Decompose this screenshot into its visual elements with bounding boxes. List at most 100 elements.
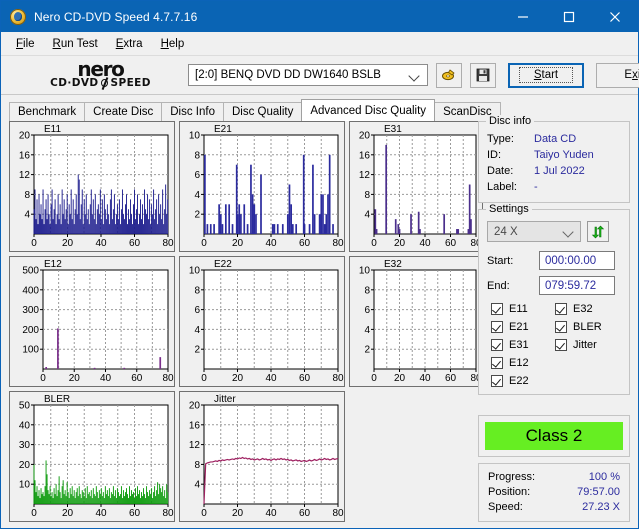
checkbox-e21[interactable]: E21	[491, 321, 555, 333]
chart-svg-e22: 0 20 40 60 80 2 4 6 8 10	[180, 257, 344, 386]
svg-text:4: 4	[194, 325, 200, 336]
tab-create-disc[interactable]: Create Disc	[84, 102, 163, 121]
checkbox-e32[interactable]: E32	[555, 303, 602, 315]
menu-help-rest: elp	[168, 37, 185, 50]
checkbox-e11-box[interactable]	[491, 303, 503, 315]
svg-text:60: 60	[445, 373, 457, 384]
svg-text:2: 2	[194, 210, 200, 221]
close-button[interactable]	[592, 1, 638, 32]
checkbox-jitter[interactable]: Jitter	[555, 339, 602, 351]
chart-e31: 0 20 40 60 80 4 8 12 16 20 E31	[349, 121, 483, 252]
svg-text:10: 10	[19, 480, 31, 491]
chart-jitter-title: Jitter	[214, 394, 236, 405]
svg-text:40: 40	[95, 508, 107, 519]
class-group: Class 2	[478, 415, 630, 457]
svg-text:20: 20	[62, 508, 74, 519]
menu-help[interactable]: Help	[152, 35, 194, 53]
svg-text:80: 80	[332, 508, 344, 519]
tab-advanced-disc-quality[interactable]: Advanced Disc Quality	[301, 99, 436, 121]
chart-placeholder	[349, 391, 483, 522]
chart-svg-e21: 0 20 40 60 80 2 4 6 8 10	[180, 122, 344, 251]
checkbox-grid: E11 E21 E31 E12 E22 E32 BLER Jitter	[487, 301, 621, 387]
disc-info-label-key: Label:	[487, 181, 517, 193]
disc-info-label-value: -	[534, 181, 538, 193]
checkbox-e32-box[interactable]	[555, 303, 567, 315]
start-button-label: tart	[541, 69, 559, 81]
tab-disc-info[interactable]: Disc Info	[161, 102, 224, 121]
speed-value: 27.23 X	[582, 501, 620, 513]
svg-text:12: 12	[19, 170, 31, 181]
maximize-button[interactable]	[546, 1, 592, 32]
checkbox-e31[interactable]: E31	[491, 339, 555, 351]
chart-svg-jitter: 0 20 40 60 80 4 8 12 16 20	[180, 392, 344, 521]
progress-value: 100 %	[588, 471, 620, 483]
start-field[interactable]: 000:00.00	[539, 251, 615, 270]
svg-text:60: 60	[129, 238, 141, 249]
svg-text:60: 60	[299, 373, 311, 384]
svg-text:20: 20	[189, 401, 201, 412]
checkbox-e11[interactable]: E11	[491, 303, 555, 315]
refresh-button[interactable]	[587, 221, 609, 242]
checkbox-e22-label: E22	[509, 375, 529, 387]
svg-text:8: 8	[194, 285, 200, 296]
drive-select-value: [2:0] BENQ DVD DD DW1640 BSLB	[195, 69, 381, 81]
disc-info-group: Disc info Type: Data CD ID: Taiyo Yuden …	[478, 115, 630, 203]
content-area: 0 20 40 60 80 4 8 12 16 20 E11 0 20 40 60 80 2 4 6 8 10 E2…	[1, 115, 638, 528]
svg-text:2: 2	[194, 345, 200, 356]
svg-text:60: 60	[299, 508, 311, 519]
menu-run-test[interactable]: Run Test	[44, 35, 107, 53]
checkbox-e11-label: E11	[509, 303, 528, 315]
eject-button[interactable]	[436, 62, 462, 88]
svg-text:100: 100	[22, 345, 39, 356]
save-button[interactable]	[470, 62, 496, 88]
end-field[interactable]: 079:59.72	[539, 276, 615, 295]
svg-text:20: 20	[359, 131, 371, 142]
svg-text:50: 50	[19, 401, 31, 412]
drive-select[interactable]: [2:0] BENQ DVD DD DW1640 BSLB	[188, 64, 428, 86]
svg-text:12: 12	[359, 170, 371, 181]
svg-text:6: 6	[194, 170, 200, 181]
menu-file[interactable]: File	[7, 35, 44, 53]
chart-row-1: 0 20 40 60 80 4 8 12 16 20 E11 0 20 40 60 80 2 4 6 8 10 E2…	[9, 121, 483, 252]
checkbox-e31-box[interactable]	[491, 339, 503, 351]
checkbox-bler[interactable]: BLER	[555, 321, 602, 333]
window-controls	[500, 1, 638, 32]
menu-extra[interactable]: Extra	[107, 35, 152, 53]
checkbox-bler-box[interactable]	[555, 321, 567, 333]
svg-text:0: 0	[371, 238, 377, 249]
svg-text:10: 10	[189, 266, 201, 277]
nero-subtitle: CD·DVD SPEED	[23, 78, 178, 89]
exit-button[interactable]: Exit	[596, 62, 639, 88]
speed-select[interactable]: 24 X	[487, 221, 581, 242]
svg-text:80: 80	[162, 373, 174, 384]
checkbox-e21-box[interactable]	[491, 321, 503, 333]
app-icon	[10, 8, 26, 25]
tab-create-disc-label: Create Disc	[93, 106, 154, 118]
svg-text:80: 80	[332, 373, 344, 384]
svg-text:80: 80	[332, 238, 344, 249]
nero-logo: nero CD·DVD SPEED	[23, 57, 178, 93]
svg-text:0: 0	[31, 508, 37, 519]
svg-text:0: 0	[40, 373, 46, 384]
chart-svg-e31: 0 20 40 60 8048121620	[350, 122, 482, 251]
chart-e21: 0 20 40 60 80 2 4 6 8 10 E21	[179, 121, 345, 252]
slash-circle-icon	[100, 78, 110, 89]
checkbox-e32-label: E32	[573, 303, 593, 315]
toolbar: nero CD·DVD SPEED [2:0] BENQ DVD DD DW16…	[1, 56, 639, 95]
checkbox-e22-box[interactable]	[491, 375, 503, 387]
minimize-button[interactable]	[500, 1, 546, 32]
chart-jitter: 0 20 40 60 80 4 8 12 16 20 Jitter	[179, 391, 345, 522]
chart-bler-title: BLER	[44, 394, 71, 405]
menu-extra-rest: xtra	[123, 37, 143, 50]
tab-benchmark[interactable]: Benchmark	[9, 102, 86, 121]
tab-disc-quality[interactable]: Disc Quality	[223, 102, 303, 121]
checkbox-e12-box[interactable]	[491, 357, 503, 369]
start-button[interactable]: Start	[508, 62, 584, 88]
svg-text:20: 20	[62, 238, 74, 249]
checkbox-bler-label: BLER	[573, 321, 602, 333]
checkbox-e22[interactable]: E22	[491, 375, 555, 387]
svg-text:8: 8	[364, 190, 370, 201]
checkbox-e12[interactable]: E12	[491, 357, 555, 369]
checkbox-jitter-box[interactable]	[555, 339, 567, 351]
status-row-position: Position: 79:57.00	[488, 485, 620, 500]
